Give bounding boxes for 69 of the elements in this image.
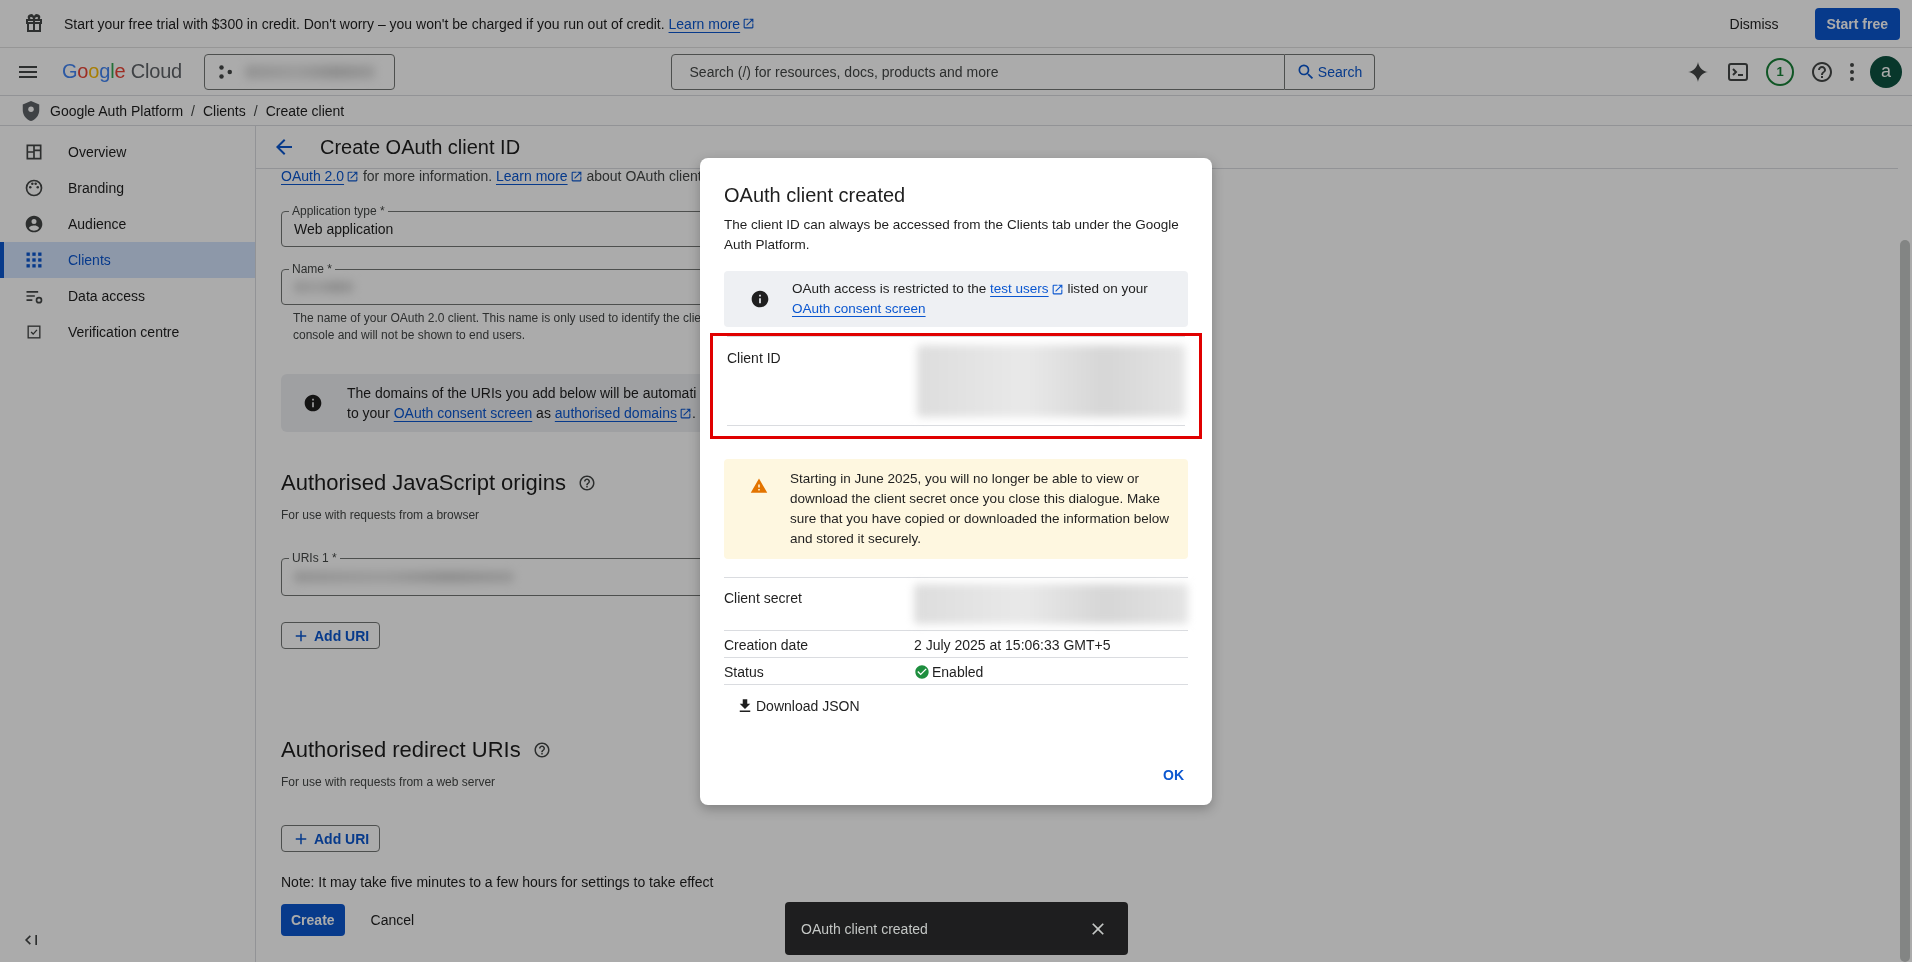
dashboard-icon — [24, 142, 44, 162]
sidebar-item[interactable]: Clients — [0, 242, 255, 278]
warning-text: Starting in June 2025, you will no longer be able to view or download the client secret once you close this dialogue. Make sure that you have copied or downloaded the information below and stored it securely. — [790, 470, 1170, 548]
start-free-button[interactable]: Start free — [1814, 7, 1900, 40]
add-uri-button[interactable]: Add URI — [281, 825, 381, 852]
cancel-button[interactable]: Cancel — [364, 911, 421, 929]
detail-label: Client ID — [727, 349, 782, 368]
breadcrumb-link[interactable]: Clients — [202, 102, 246, 119]
breadcrumb-separator: / — [253, 102, 258, 119]
create-button[interactable]: Create — [281, 904, 345, 936]
account-avatar[interactable]: a — [1870, 55, 1902, 88]
search-button[interactable]: Search — [1284, 53, 1375, 90]
link[interactable]: OAuth consent screen — [393, 403, 533, 423]
detail-label: Creation date — [724, 637, 810, 653]
info-text: to your OAuth consent screen as authorised domains . — [347, 403, 697, 423]
external-link-icon — [346, 169, 360, 183]
section-heading: Authorised redirect URIs — [281, 737, 521, 763]
info-icon — [303, 393, 323, 413]
status-value: Enabled — [932, 664, 984, 680]
intro-text: OAuth 2.0 for more information. Learn more about OAuth client — [281, 169, 701, 186]
notification-count[interactable]: 1 — [1766, 57, 1794, 86]
section-subtitle: For use with requests from a web server — [281, 775, 497, 789]
more-icon — [1850, 61, 1854, 82]
helper-text: The name of your OAuth 2.0 client. This name is only used to identify the clie — [293, 310, 701, 327]
info-text: The domains of the URIs you add below will be automati — [347, 384, 697, 403]
section-subtitle: For use with requests from a browser — [281, 508, 481, 522]
external-link-icon — [679, 406, 692, 420]
info-icon — [750, 289, 770, 309]
sidebar-item[interactable]: Branding — [0, 170, 255, 206]
snackbar-message: OAuth client created — [801, 920, 928, 937]
sidebar-item[interactable]: Verification centre — [0, 314, 255, 350]
helper-text: console and will not be shown to end users. — [293, 327, 527, 344]
help-icon — [532, 741, 551, 759]
help-icon — [1810, 59, 1834, 84]
sidebar-item[interactable]: Overview — [0, 134, 255, 170]
link[interactable]: Learn more — [668, 15, 756, 32]
project-selector[interactable] — [204, 53, 396, 90]
shield-icon — [20, 99, 42, 122]
download-json-button[interactable]: Download JSON — [724, 691, 872, 721]
breadcrumb-separator: / — [191, 102, 195, 119]
person-icon — [24, 214, 44, 234]
external-link-icon — [1050, 282, 1064, 296]
add-uri-button[interactable]: Add URI — [281, 622, 381, 649]
link[interactable]: OAuth 2.0 — [281, 169, 360, 183]
detail-label: Status — [724, 664, 765, 680]
banner-message: Start your free trial with $300 in credit. Don't worry – you won't be charged if you run out of credit. Learn more — [64, 15, 756, 32]
external-link-icon — [742, 17, 756, 30]
breadcrumb-link[interactable]: Google Auth Platform — [50, 102, 184, 119]
dialog-title: OAuth client created — [724, 184, 907, 207]
grid-icon — [24, 250, 44, 270]
detail-value: 2 July 2025 at 15:06:33 GMT+5 — [914, 637, 1111, 653]
scrollbar-thumb[interactable] — [1900, 240, 1910, 962]
palette-icon — [24, 178, 44, 198]
section-heading: Authorised JavaScript origins — [281, 470, 566, 496]
link[interactable]: Learn more — [496, 169, 583, 183]
link[interactable]: authorised domains — [554, 403, 692, 423]
google-cloud-logo: Google Cloud — [62, 60, 183, 83]
breadcrumb-link[interactable]: Create client — [265, 102, 345, 119]
link[interactable]: test users — [990, 279, 1064, 299]
sidebar-item[interactable]: Data access — [0, 278, 255, 314]
warning-icon — [750, 477, 768, 495]
ok-button[interactable]: OK — [1159, 761, 1188, 789]
dismiss-button[interactable]: Dismiss — [1717, 7, 1791, 40]
external-link-icon — [569, 169, 583, 183]
note-text: Note: It may take five minutes to a few hours for settings to take effect — [281, 874, 714, 890]
sidebar-item[interactable]: Audience — [0, 206, 255, 242]
search-field[interactable]: Search (/) for resources, docs, products and more — [670, 53, 1285, 90]
help-icon — [577, 474, 596, 492]
page-title: Create OAuth client ID — [320, 135, 521, 159]
